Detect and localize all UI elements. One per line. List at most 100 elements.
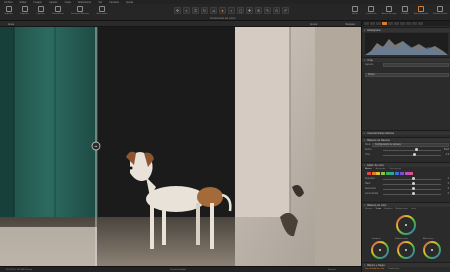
green-door: [0, 27, 98, 227]
hue-slider[interactable]: [412, 182, 415, 186]
swatch-red[interactable]: [367, 172, 371, 175]
ce-smoothness-row: Suavidad 0: [365, 177, 449, 181]
wb-mode-select[interactable]: Configuración de cámara: [372, 143, 449, 147]
tint-slider[interactable]: [413, 153, 417, 157]
camera-icon: [37, 6, 44, 12]
tab-output[interactable]: [418, 22, 423, 25]
chevron-down-icon: ▾: [364, 58, 366, 62]
swatch-pink[interactable]: [409, 172, 414, 175]
gradient-tool-icon[interactable]: ◐: [228, 7, 235, 14]
pan-tool-icon[interactable]: ✥: [174, 7, 181, 14]
tab-exposure[interactable]: [388, 22, 393, 25]
capture-button[interactable]: Capturar: [35, 6, 46, 15]
brush-tool-icon[interactable]: ●: [219, 7, 226, 14]
eraser-tool-icon[interactable]: ◻: [237, 7, 244, 14]
export-icon: [21, 6, 28, 12]
crop-tool-icon[interactable]: ⌗: [192, 7, 199, 14]
swatch-lime[interactable]: [381, 172, 386, 175]
wb-mode-row: Modo Configuración de cámara: [365, 143, 449, 147]
ce-luminosity-row: Luminosidad 0: [365, 192, 449, 196]
swatch-green[interactable]: [385, 172, 390, 175]
tab-lens[interactable]: [376, 22, 381, 25]
wb-picker-icon[interactable]: ⊙: [273, 7, 280, 14]
search-only-button[interactable]: Sólo búsqueda: [413, 6, 429, 15]
svg-text:⇔: ⇔: [95, 145, 98, 149]
tab-capture[interactable]: [370, 22, 375, 25]
tab-adjust[interactable]: [406, 22, 411, 25]
camera-preview-button[interactable]: Cámara Previa: [432, 6, 448, 15]
swatch-blue[interactable]: [395, 172, 400, 175]
tab-color-basic[interactable]: Básico: [365, 168, 372, 170]
toolbar-right: Hacer Cuadrícula Avisos de expo Prueba S…: [349, 6, 448, 15]
luminosity-slider[interactable]: [412, 192, 415, 196]
tab-cb-highlights[interactable]: Luces: [411, 208, 417, 210]
reset-button[interactable]: Restablecer: [50, 6, 66, 15]
chevron-right-icon: ▸: [364, 131, 366, 135]
grid-button[interactable]: Cuadrícula: [364, 6, 378, 15]
swatch-magenta[interactable]: [404, 172, 409, 175]
heal-tool-icon[interactable]: ✚: [246, 7, 253, 14]
split-view-mode[interactable]: Pantalla dividida: [170, 269, 186, 271]
chevron-down-icon: ▾: [364, 138, 366, 142]
after-label: Después: [345, 22, 355, 26]
tab-local[interactable]: [400, 22, 405, 25]
crop-aspect-row[interactable]: Aspecto: [365, 63, 449, 67]
image-viewer[interactable]: Antes Ajustar Después ⇔: [0, 21, 361, 266]
tab-cb-master[interactable]: Maestro: [365, 208, 373, 210]
zoom-label[interactable]: Ajustar: [310, 23, 317, 26]
kelvin-slider[interactable]: [414, 148, 418, 152]
swatch-purple[interactable]: [399, 172, 404, 175]
black-white-header[interactable]: ▾ Blanco y Negro: [362, 262, 450, 267]
proof-button[interactable]: Prueba: [400, 6, 410, 15]
viewer-status-bar: f/4 1/125 s ISO 800 55 mm Pantalla divid…: [0, 266, 361, 272]
swatch-cyan[interactable]: [390, 172, 395, 175]
export-button[interactable]: Exportar: [19, 6, 30, 15]
crop-frame-button[interactable]: Frame: [365, 73, 449, 77]
keystone-tool-icon[interactable]: ⊿: [210, 7, 217, 14]
smoothness-slider[interactable]: [412, 177, 415, 181]
tab-cb-3way[interactable]: 3 vías: [376, 208, 382, 210]
tab-bw-toning[interactable]: Tonificación: [388, 268, 399, 270]
tab-color-advanced[interactable]: Avanzado: [376, 168, 386, 170]
grid-icon: [352, 6, 358, 12]
photo-split-view[interactable]: ⇔: [0, 27, 361, 266]
color-balance-header[interactable]: ▾ Balance de color: [362, 202, 450, 207]
exposure-warning-button[interactable]: Avisos de expo: [381, 6, 397, 15]
picker-tool-icon[interactable]: ✎: [264, 7, 271, 14]
tab-library[interactable]: [364, 22, 369, 25]
swatch-yellow[interactable]: [376, 172, 381, 175]
tab-metadata[interactable]: [412, 22, 417, 25]
auto-adjust-button[interactable]: Auto ajuste: [94, 6, 110, 15]
exif-info: f/4 1/125 s ISO 800 55 mm: [6, 268, 33, 271]
undo-redo-button[interactable]: Deshacer/Rehacer: [71, 6, 89, 15]
import-icon: [5, 6, 12, 12]
tab-bw-sensitivity[interactable]: Sensibilidad de color: [365, 268, 384, 270]
tab-skin-tone[interactable]: Tono de piel: [389, 168, 401, 170]
search-icon: [418, 6, 424, 12]
highlights-wheel-label: Altas luces: [423, 238, 434, 240]
basic-characteristics-header[interactable]: ▸ Características básicas: [362, 130, 450, 135]
tab-details[interactable]: [394, 22, 399, 25]
histogram-header[interactable]: ▾ Histograma: [362, 27, 450, 32]
saturation-slider[interactable]: [412, 187, 415, 191]
color-wheels[interactable]: [364, 212, 449, 262]
tab-cb-midtones[interactable]: Medios tonos: [395, 208, 407, 210]
tab-cb-shadows[interactable]: Sombras: [384, 208, 392, 210]
clone-tool-icon[interactable]: ⊕: [255, 7, 262, 14]
import-button[interactable]: Importar: [3, 6, 14, 15]
rotate-tool-icon[interactable]: ↻: [201, 7, 208, 14]
hacer-button[interactable]: Hacer: [349, 6, 361, 15]
crop-aspect-field[interactable]: [383, 63, 449, 67]
tab-color[interactable]: [382, 22, 387, 25]
histogram-graph: [365, 33, 448, 55]
swatch-orange[interactable]: [371, 172, 376, 175]
color-editor-header[interactable]: ▾ Editor de color: [362, 162, 450, 167]
white-balance-header[interactable]: ▾ Balance de blancos: [362, 137, 450, 142]
annotate-tool-icon[interactable]: ✐: [282, 7, 289, 14]
chevron-down-icon: ▾: [364, 203, 366, 207]
grid-lines-icon: [368, 6, 374, 12]
crop-header[interactable]: ▾ Crop: [362, 57, 450, 62]
zoom-tool-icon[interactable]: ⌕: [183, 7, 190, 14]
color-balance-tabs: Maestro 3 vías Sombras Medios tonos Luce…: [365, 208, 416, 210]
color-swatches: [367, 172, 414, 175]
